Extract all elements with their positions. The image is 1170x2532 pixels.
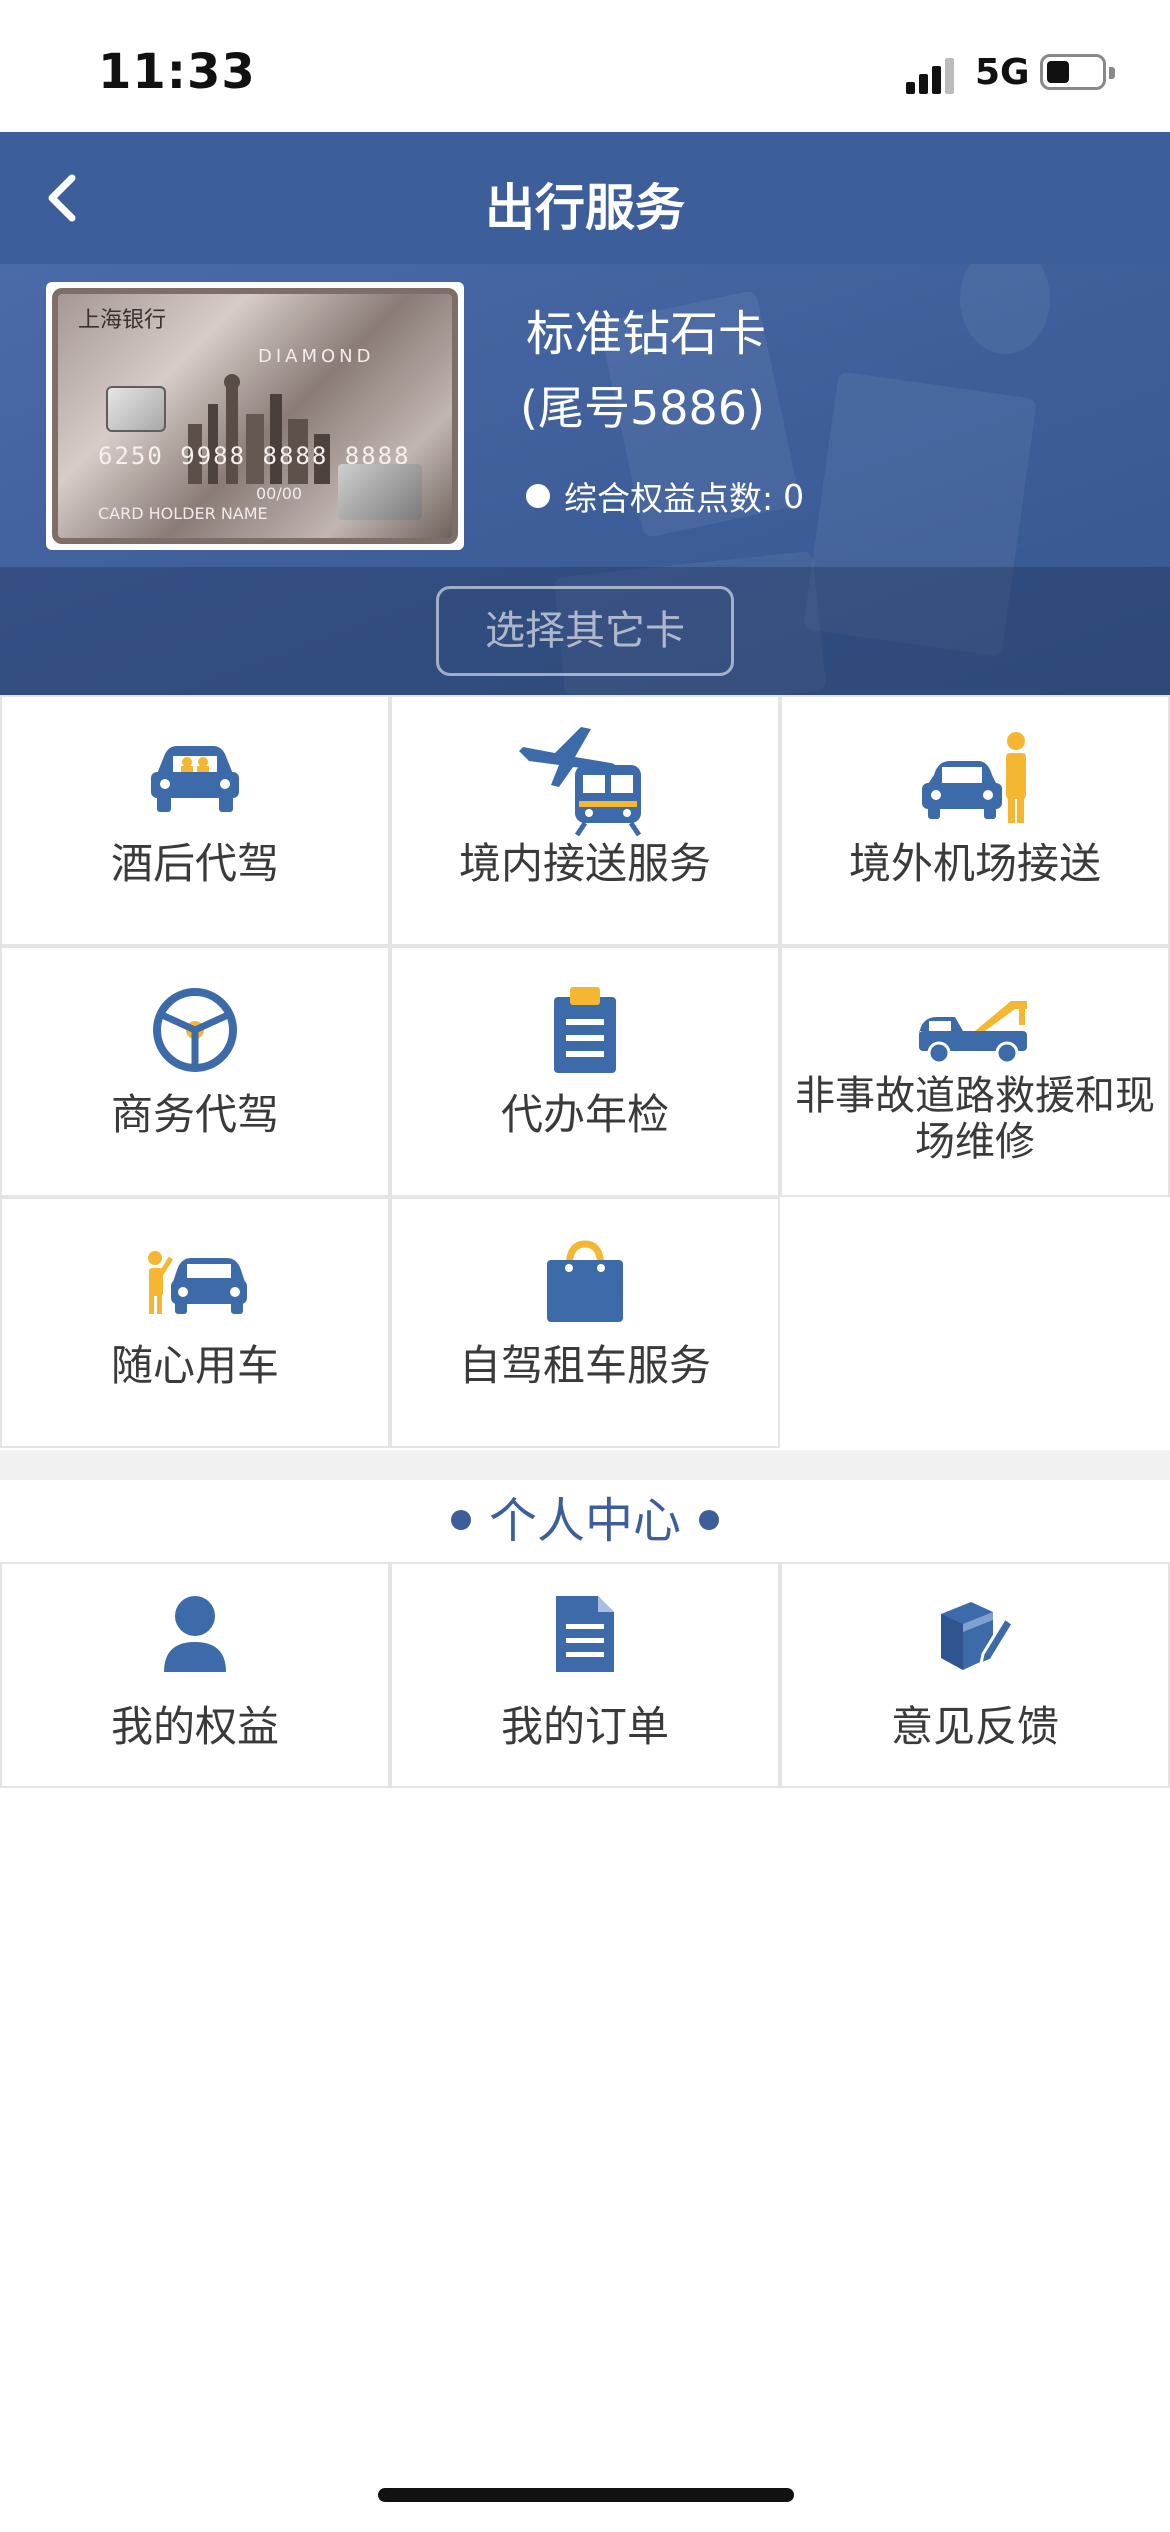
service-car-rental[interactable]: 自驾租车服务 bbox=[390, 1197, 780, 1448]
status-bar: 11:33 5G bbox=[0, 0, 1170, 132]
network-type: 5G bbox=[975, 52, 1030, 93]
service-label: 境内接送服务 bbox=[458, 839, 711, 888]
card-holder: CARD HOLDER NAME bbox=[98, 504, 268, 523]
plane-train-icon bbox=[519, 727, 642, 837]
page-title: 出行服务 bbox=[485, 179, 685, 237]
points-dot-icon bbox=[526, 484, 550, 508]
card-tier-text: DIAMOND bbox=[258, 346, 375, 367]
tow-truck-icon bbox=[919, 1001, 1027, 1065]
service-label: 商务代驾 bbox=[110, 1090, 279, 1139]
personal-label: 我的权益 bbox=[110, 1702, 279, 1751]
service-label: 非事故道路救援和现场维修 bbox=[795, 1073, 1155, 1165]
service-label: 自驾租车服务 bbox=[458, 1341, 711, 1390]
card-expiry: 00/00 bbox=[256, 484, 303, 503]
service-label: 代办年检 bbox=[500, 1090, 669, 1139]
service-label: 境外机场接送 bbox=[848, 839, 1101, 888]
bank-card-image[interactable]: 上海银行 DIAMOND 6250 9988 8888 8888 00/00 C… bbox=[46, 282, 464, 550]
service-flexible-car[interactable]: 随心用车 bbox=[0, 1197, 390, 1448]
card-bank-name: 上海银行 bbox=[78, 308, 167, 333]
car-person-icon bbox=[922, 732, 1026, 823]
personal-center-title: 个人中心 bbox=[488, 1493, 681, 1549]
personal-center-heading: 个人中心 bbox=[0, 1480, 1170, 1562]
service-annual-inspection[interactable]: 代办年检 bbox=[390, 946, 780, 1197]
home-indicator[interactable] bbox=[378, 2488, 794, 2502]
my-orders-item[interactable]: 我的订单 bbox=[390, 1562, 780, 1788]
card-tail-number: (尾号5886) bbox=[520, 381, 765, 435]
select-other-card-button[interactable]: 选择其它卡 bbox=[436, 586, 734, 676]
service-business-driving[interactable]: 商务代驾 bbox=[0, 946, 390, 1197]
card-name: 标准钻石卡 bbox=[526, 306, 767, 362]
status-time: 11:33 bbox=[98, 44, 256, 100]
service-domestic-transfer[interactable]: 境内接送服务 bbox=[390, 695, 780, 946]
person-car-icon bbox=[148, 1251, 247, 1314]
battery-icon bbox=[1040, 54, 1115, 90]
card-chip-icon bbox=[106, 386, 166, 432]
section-gap bbox=[0, 1450, 1170, 1480]
user-icon bbox=[164, 1596, 226, 1672]
card-network-logo bbox=[338, 464, 422, 520]
card-header: 上海银行 DIAMOND 6250 9988 8888 8888 00/00 C… bbox=[0, 264, 1170, 695]
service-drunk-driving[interactable]: 酒后代驾 bbox=[0, 695, 390, 946]
feedback-item[interactable]: 意见反馈 bbox=[780, 1562, 1170, 1788]
personal-label: 意见反馈 bbox=[890, 1702, 1059, 1751]
rental-bag-icon bbox=[547, 1240, 623, 1322]
service-road-rescue[interactable]: 非事故道路救援和现场维修 bbox=[780, 946, 1170, 1197]
service-overseas-airport[interactable]: 境外机场接送 bbox=[780, 695, 1170, 946]
car-drivers-icon bbox=[151, 746, 239, 812]
personal-label: 我的订单 bbox=[500, 1702, 669, 1751]
feedback-icon bbox=[941, 1602, 1015, 1670]
points-row: 综合权益点数: 0 bbox=[526, 472, 804, 520]
service-label: 酒后代驾 bbox=[110, 839, 279, 888]
signal-icon bbox=[906, 58, 960, 94]
steering-wheel-icon bbox=[153, 988, 237, 1072]
bullet-dot-icon bbox=[699, 1510, 719, 1530]
my-benefits-item[interactable]: 我的权益 bbox=[0, 1562, 390, 1788]
clipboard-icon bbox=[554, 987, 616, 1073]
document-icon bbox=[556, 1596, 614, 1672]
bullet-dot-icon bbox=[450, 1510, 471, 1530]
empty-cell bbox=[780, 1197, 1170, 1448]
service-label: 随心用车 bbox=[110, 1341, 279, 1390]
points-value: 0 bbox=[783, 476, 805, 516]
points-label: 综合权益点数: bbox=[564, 479, 774, 518]
nav-bar: 出行服务 bbox=[0, 132, 1170, 264]
